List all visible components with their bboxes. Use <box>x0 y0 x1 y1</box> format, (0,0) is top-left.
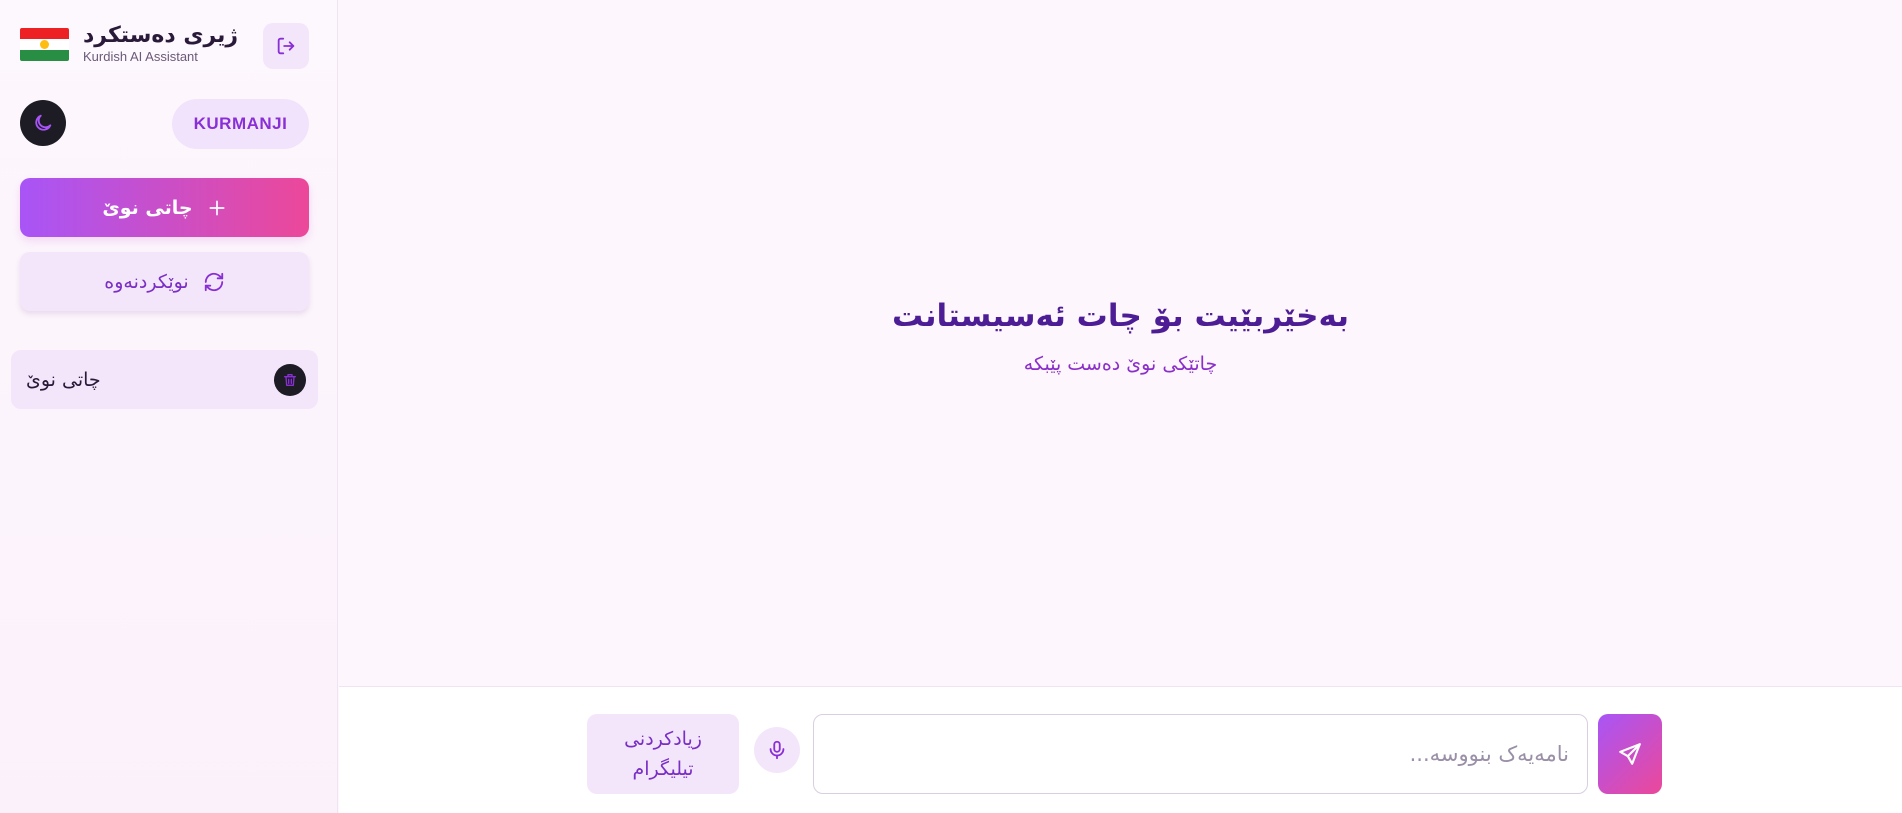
welcome-subtitle: چاتێکی نوێ دەست پێبکە <box>1023 353 1218 375</box>
sidebar: ژیری دەستکرد Kurdish AI Assistant KURMAN… <box>0 0 338 813</box>
brand-text: ژیری دەستکرد Kurdish AI Assistant <box>83 23 238 65</box>
chat-list-item[interactable]: چاتی نوێ <box>11 350 318 409</box>
welcome-title: بەخێربێیت بۆ چات ئەسیستانت <box>892 298 1349 334</box>
send-button[interactable] <box>1598 714 1662 794</box>
trash-icon <box>284 373 296 386</box>
delete-chat-button[interactable] <box>274 363 306 396</box>
refresh-icon <box>204 272 223 291</box>
message-composer: زیادکردنی تیلیگرام <box>339 686 1902 813</box>
refresh-button[interactable]: نوێکردنەوە <box>20 252 309 311</box>
send-icon <box>1619 743 1641 765</box>
add-telegram-button[interactable]: زیادکردنی تیلیگرام <box>587 714 739 794</box>
chat-item-label: چاتی نوێ <box>26 368 101 391</box>
moon-icon <box>35 114 52 131</box>
new-chat-label: چاتی نوێ <box>102 196 193 219</box>
brand-subtitle: Kurdish AI Assistant <box>83 49 198 64</box>
logout-button[interactable] <box>263 23 309 69</box>
plus-icon <box>209 200 225 215</box>
voice-input-button[interactable] <box>754 727 800 773</box>
kurdistan-flag-icon <box>20 27 69 61</box>
message-input[interactable] <box>813 714 1588 794</box>
theme-toggle-button[interactable] <box>20 100 66 146</box>
language-button[interactable]: KURMANJI <box>172 99 309 149</box>
new-chat-button[interactable]: چاتی نوێ <box>20 178 309 237</box>
refresh-label: نوێکردنەوە <box>104 270 189 293</box>
microphone-icon <box>769 740 785 760</box>
logout-icon <box>277 37 295 55</box>
brand: ژیری دەستکرد Kurdish AI Assistant <box>20 23 238 65</box>
brand-title: ژیری دەستکرد <box>83 23 239 48</box>
